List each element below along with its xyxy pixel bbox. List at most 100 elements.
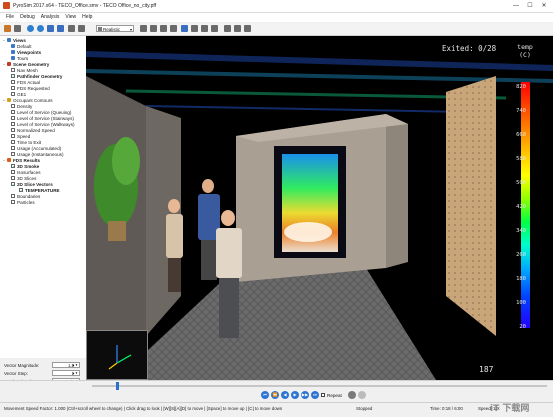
checkbox[interactable]: ✓: [19, 188, 23, 193]
repeat-checkbox[interactable]: [321, 393, 325, 397]
checkbox[interactable]: [11, 128, 15, 132]
orbit-icon[interactable]: [47, 25, 54, 32]
title-bar: PyroSim 2017.x64 - TECO_Office.smv - TEC…: [0, 0, 553, 13]
grid-icon[interactable]: [68, 25, 75, 32]
pan-tool-icon[interactable]: [191, 25, 198, 32]
collapse-icon[interactable]: −: [2, 158, 6, 163]
shading-icon[interactable]: [244, 25, 251, 32]
loop-button[interactable]: [348, 391, 356, 399]
exited-counter: Exited: 0/28: [442, 44, 497, 53]
colorbar-tick: 660: [516, 132, 526, 138]
3d-viewport[interactable]: Exited: 0/28 temp (C) 820 740 660 580 50…: [86, 36, 553, 380]
view-mode-swatch-icon: [98, 27, 102, 31]
navigation-tree: − Views Default Viewpoints Tours − Scene G…: [0, 36, 87, 358]
spinner-icon[interactable]: ▲▼: [72, 363, 78, 368]
vector-magnitude-field[interactable]: 1.5 ▲▼: [52, 362, 80, 368]
navigation-hint: Movement Speed Factor: 1.000 (Ctrl+scrol…: [4, 406, 283, 411]
menu-bar: File Debug Analysis View Help: [0, 13, 553, 22]
maximize-button[interactable]: ☐: [523, 1, 537, 10]
checkbox[interactable]: [11, 68, 15, 72]
timeline-slider[interactable]: [92, 385, 547, 387]
fds-results-folder-icon: [7, 158, 11, 162]
reset-view-icon[interactable]: [27, 25, 34, 32]
fast-forward-button[interactable]: ▶▶: [301, 391, 309, 399]
checkbox[interactable]: [11, 146, 15, 150]
collapse-icon[interactable]: −: [2, 38, 6, 43]
side-view-icon[interactable]: [160, 25, 167, 32]
room-side-wall: [386, 114, 408, 268]
menu-analysis[interactable]: Analysis: [41, 14, 60, 22]
playback-state: Stopped: [356, 406, 373, 411]
render-icon[interactable]: [78, 25, 85, 32]
checkbox[interactable]: ✓: [11, 74, 15, 79]
colorbar-unit: (C): [519, 51, 531, 59]
fire-base: [284, 222, 332, 242]
measure-tool-icon[interactable]: [224, 25, 231, 32]
checkbox[interactable]: [11, 170, 15, 174]
iso-view-icon[interactable]: [140, 25, 147, 32]
folder-icon[interactable]: [14, 25, 21, 32]
close-button[interactable]: ✕: [537, 1, 551, 10]
rewind-button[interactable]: ⏪: [271, 391, 279, 399]
settings-icon[interactable]: [234, 25, 241, 32]
status-bar: Movement Speed Factor: 1.000 (Ctrl+scrol…: [0, 402, 553, 417]
time-readout: Time: 0:18 / 6:00: [430, 406, 463, 411]
camera-icon[interactable]: [37, 25, 44, 32]
record-button[interactable]: [358, 391, 366, 399]
front-view-icon[interactable]: [150, 25, 157, 32]
colorbar-tick: 740: [516, 108, 526, 114]
watermark-text: iT 下载网: [490, 404, 530, 414]
axis-gizmo-icon: [108, 345, 132, 370]
checkbox[interactable]: [11, 110, 15, 114]
checkbox[interactable]: [11, 86, 15, 90]
checkbox[interactable]: ✓: [11, 164, 15, 169]
fly-tool-icon[interactable]: [211, 25, 218, 32]
folder-icon: [7, 38, 11, 42]
colorbar-tick: 340: [516, 228, 526, 234]
toolbar: Realistic ▾: [0, 23, 553, 36]
geometry-folder-icon: [7, 62, 11, 66]
top-view-icon[interactable]: [170, 25, 177, 32]
menu-view[interactable]: View: [65, 14, 76, 22]
play-backward-button[interactable]: ◀: [281, 391, 289, 399]
repeat-label: Repeat: [327, 393, 342, 398]
tree-item[interactable]: Particles: [10, 199, 35, 205]
walk-icon[interactable]: [57, 25, 64, 32]
contours-folder-icon: [7, 98, 11, 102]
select-tool-icon[interactable]: [181, 25, 188, 32]
view-mode-select[interactable]: Realistic ▾: [96, 25, 134, 32]
property-row: Vector Magnitude: 1.5 ▲▼: [4, 362, 80, 368]
checkbox[interactable]: [11, 134, 15, 138]
play-button[interactable]: ▶: [291, 391, 299, 399]
viewpoint-icon: [11, 50, 15, 54]
orientation-minimap: [86, 330, 148, 380]
checkbox[interactable]: [11, 194, 15, 198]
checkbox[interactable]: [11, 122, 15, 126]
collapse-icon[interactable]: −: [2, 98, 6, 103]
checkbox[interactable]: [11, 140, 15, 144]
colorbar-tick: 20: [519, 324, 526, 330]
open-icon[interactable]: [4, 25, 11, 32]
timeline-thumb[interactable]: [115, 382, 119, 390]
menu-file[interactable]: File: [6, 14, 14, 22]
tour-icon: [11, 56, 15, 60]
checkbox[interactable]: [11, 176, 15, 180]
skip-start-button[interactable]: ⏮: [261, 391, 269, 399]
menu-debug[interactable]: Debug: [20, 14, 35, 22]
minimize-button[interactable]: —: [509, 1, 523, 10]
spinner-icon[interactable]: ▲▼: [72, 371, 78, 376]
skip-end-button[interactable]: ⏭: [311, 391, 319, 399]
collapse-icon[interactable]: −: [2, 62, 6, 67]
checkbox[interactable]: [11, 80, 15, 84]
zoom-tool-icon[interactable]: [201, 25, 208, 32]
colorbar-tick: 100: [516, 300, 526, 306]
checkbox[interactable]: [11, 104, 15, 108]
checkbox[interactable]: [11, 92, 15, 96]
scene-render: [86, 51, 553, 380]
menu-help[interactable]: Help: [82, 14, 92, 22]
checkbox[interactable]: [11, 200, 15, 204]
vector-step-field[interactable]: 1 ▲▼: [52, 370, 80, 376]
checkbox[interactable]: [11, 116, 15, 120]
checkbox[interactable]: [11, 152, 15, 156]
checkbox[interactable]: ✓: [11, 182, 15, 187]
